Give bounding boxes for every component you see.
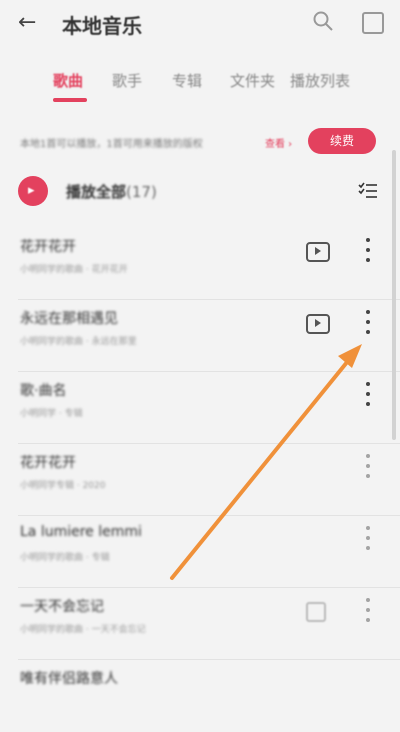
tab-playlists[interactable]: 播放列表: [290, 70, 350, 91]
more-options-icon[interactable]: [364, 310, 372, 334]
tab-albums[interactable]: 专辑: [172, 70, 202, 91]
song-subtitle: 小明同学 · 专辑: [20, 409, 83, 419]
more-options-icon[interactable]: [364, 238, 372, 262]
play-all-label: 播放全部(17): [66, 183, 157, 201]
song-title: 歌·曲名: [20, 383, 67, 399]
vip-notice-bar: 本地1首可以播放，1首可用来播放的版权 查看 › 续费: [20, 126, 380, 156]
more-options-icon[interactable]: [364, 454, 372, 478]
more-options-icon[interactable]: [364, 598, 372, 622]
page-title: 本地音乐: [62, 14, 142, 38]
back-arrow-icon[interactable]: ←: [18, 10, 36, 35]
song-title: 一天不会忘记: [20, 599, 104, 615]
song-count: (17): [126, 183, 157, 201]
scrollbar[interactable]: [392, 150, 396, 440]
song-row[interactable]: 永远在那相遇见 小明同学的歌曲 · 永远在那里: [0, 300, 400, 372]
video-play-icon[interactable]: [306, 314, 330, 334]
song-title: 花开花开: [20, 455, 76, 471]
song-row[interactable]: 花开花开 小明同学的歌曲 · 花开花开: [0, 228, 400, 300]
renew-button[interactable]: 续费: [308, 128, 376, 154]
search-icon[interactable]: [312, 10, 334, 32]
tab-folders[interactable]: 文件夹: [230, 70, 275, 91]
video-play-icon[interactable]: [306, 602, 326, 622]
vip-view-link[interactable]: 查看 ›: [265, 135, 292, 150]
song-title: La lumiere lemmi: [20, 524, 142, 540]
vip-notice-text: 本地1首可以播放，1首可用来播放的版权: [20, 139, 203, 150]
song-subtitle: 小明同学的歌曲 · 专辑: [20, 553, 110, 563]
song-subtitle: 小明同学的歌曲 · 永远在那里: [20, 337, 137, 347]
multi-select-icon[interactable]: [358, 181, 378, 201]
tab-artists[interactable]: 歌手: [112, 70, 142, 91]
song-row[interactable]: 一天不会忘记 小明同学的歌曲 · 一天不会忘记: [0, 588, 400, 660]
song-title: 花开花开: [20, 239, 76, 255]
song-title: 永远在那相遇见: [20, 311, 118, 327]
video-play-icon[interactable]: [306, 242, 330, 262]
song-title: 唯有伴侣路意人: [20, 671, 118, 687]
play-all-row[interactable]: ▸ 播放全部(17): [18, 176, 380, 214]
song-row[interactable]: La lumiere lemmi 小明同学的歌曲 · 专辑: [0, 516, 400, 588]
tab-songs[interactable]: 歌曲: [53, 70, 83, 91]
song-subtitle: 小明同学专辑 · 2020: [20, 481, 106, 491]
menu-icon[interactable]: [362, 12, 384, 34]
active-tab-indicator: [53, 98, 87, 102]
song-row[interactable]: 歌·曲名 小明同学 · 专辑: [0, 372, 400, 444]
song-row[interactable]: 花开花开 小明同学专辑 · 2020: [0, 444, 400, 516]
more-options-icon[interactable]: [364, 526, 372, 550]
more-options-icon[interactable]: [364, 382, 372, 406]
song-subtitle: 小明同学的歌曲 · 一天不会忘记: [20, 625, 146, 635]
play-all-icon[interactable]: ▸: [18, 176, 48, 206]
song-row[interactable]: 唯有伴侣路意人: [0, 660, 400, 732]
app-header: ← 本地音乐: [0, 0, 400, 48]
song-subtitle: 小明同学的歌曲 · 花开花开: [20, 265, 128, 275]
